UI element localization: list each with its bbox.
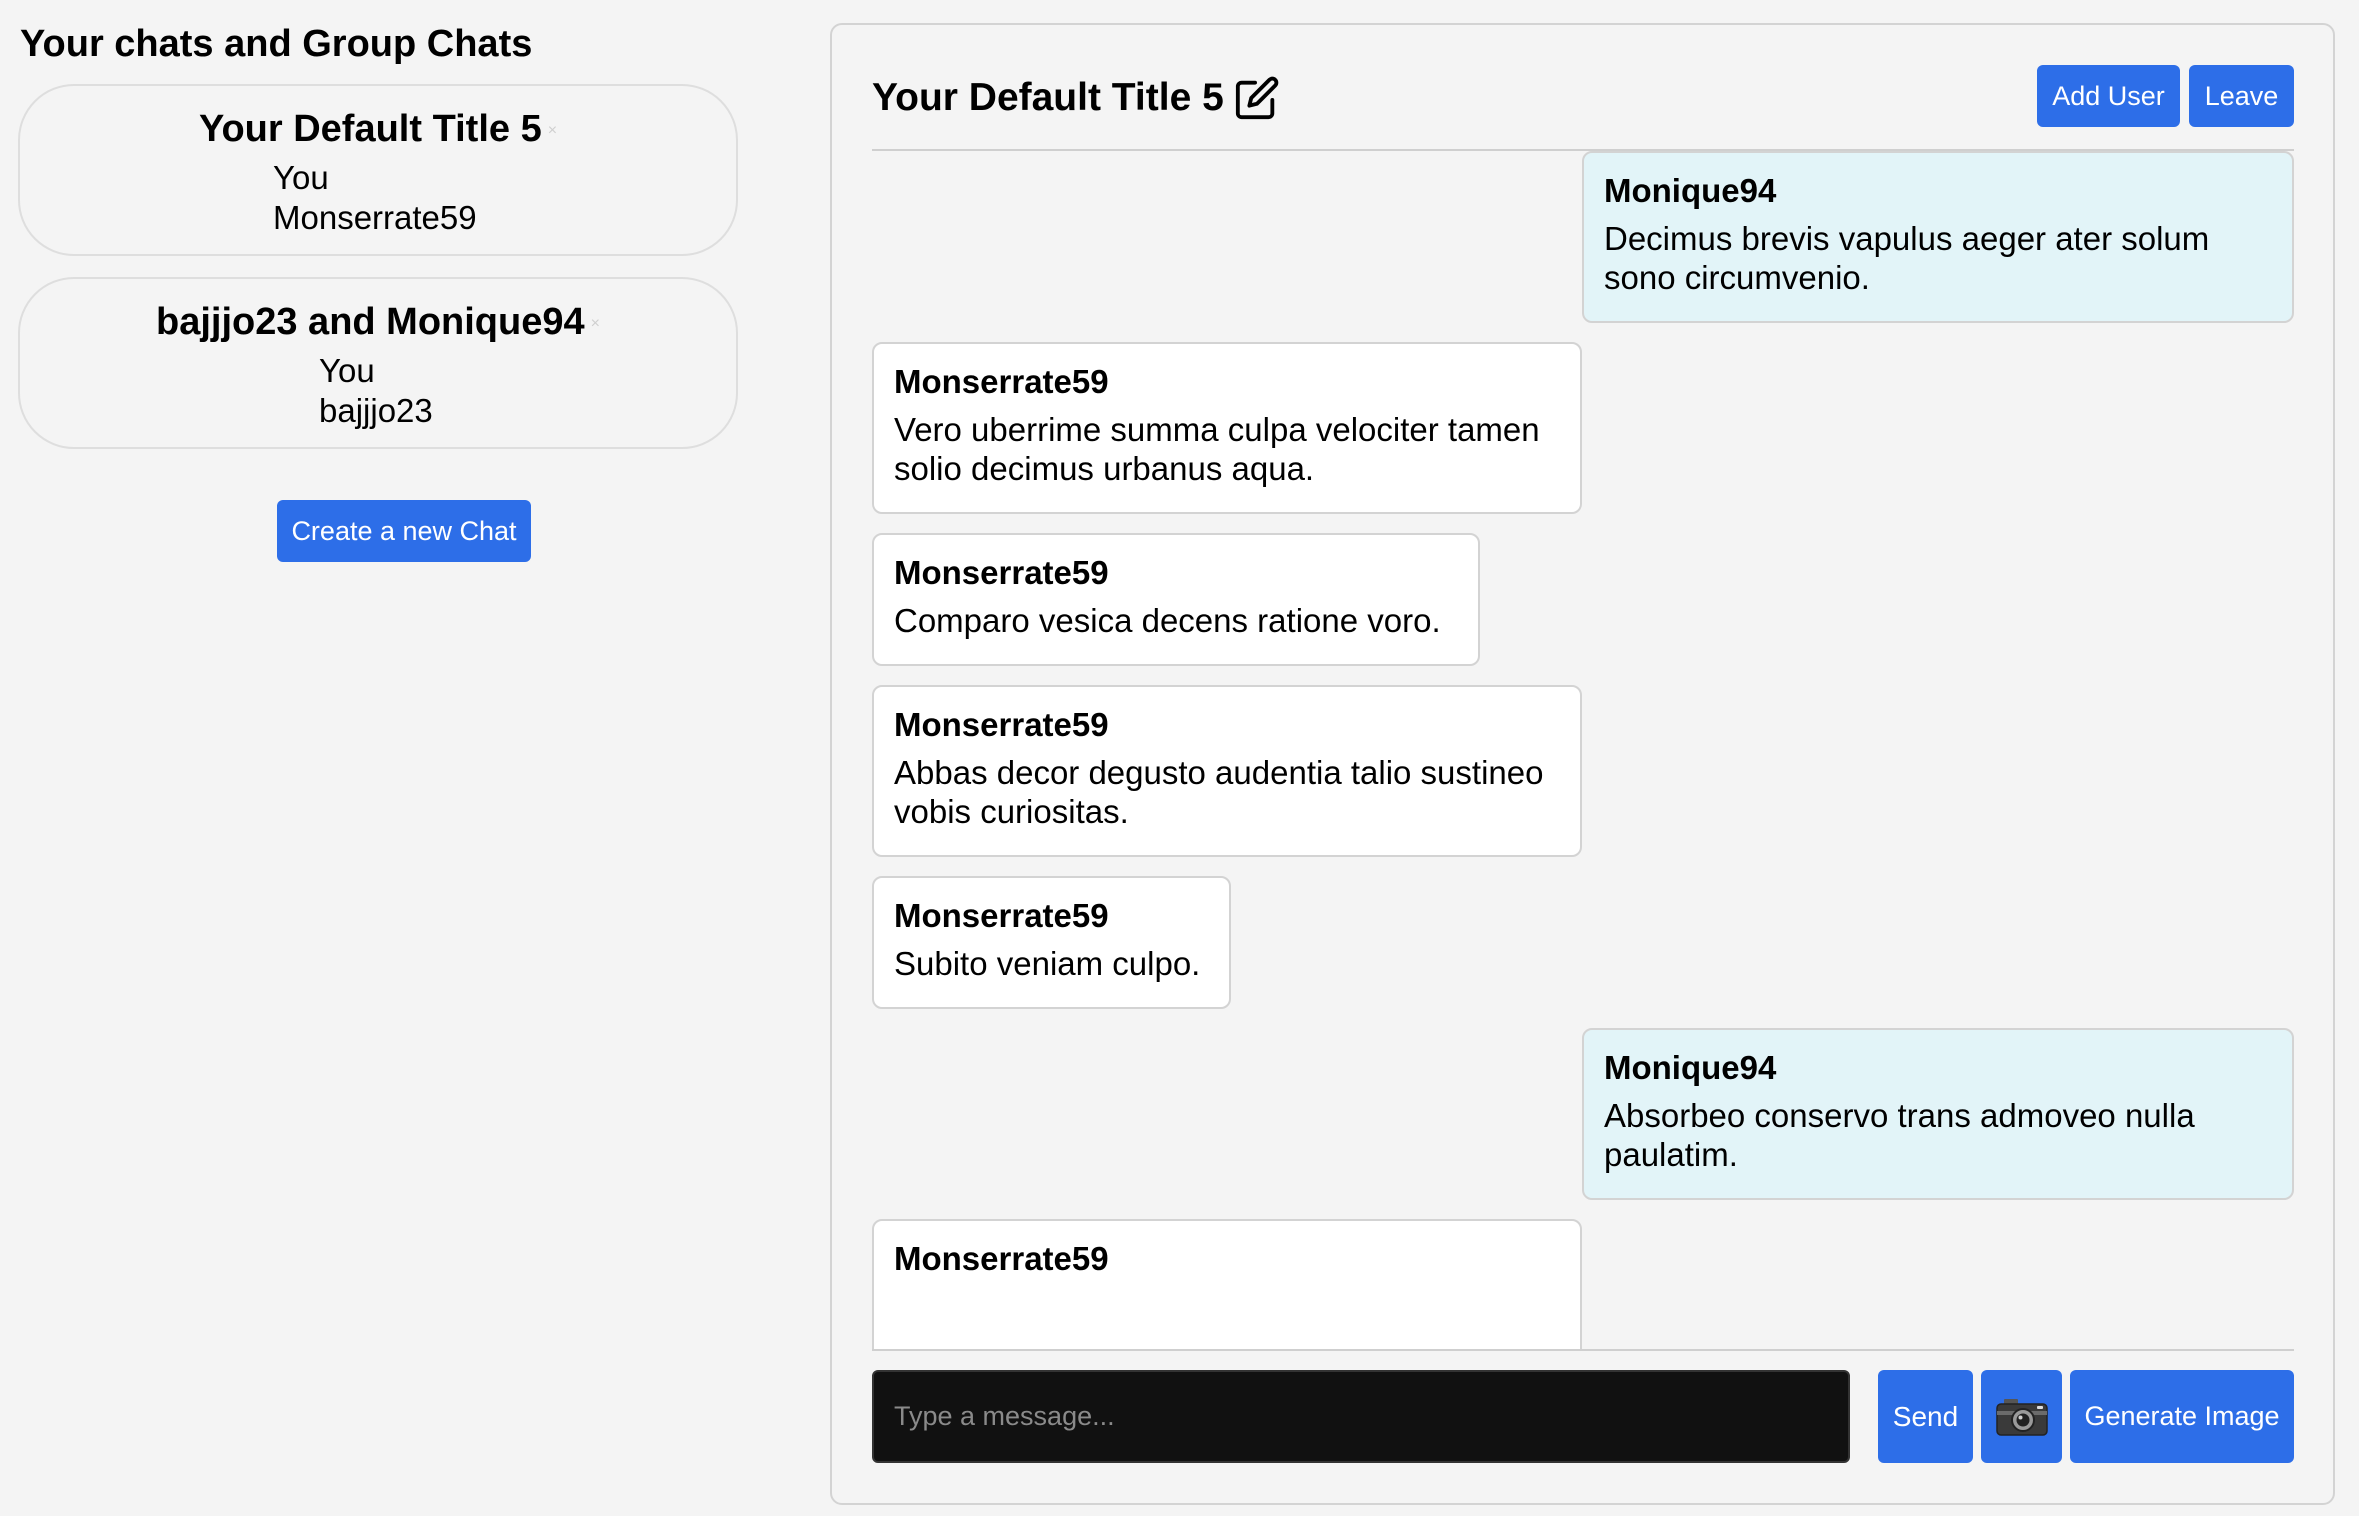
chat-card-title-text: bajjjo23 and Monique94 bbox=[156, 301, 585, 343]
message-list[interactable]: Monique94 Decimus brevis vapulus aeger a… bbox=[872, 151, 2294, 1349]
message-text: Comparo vesica decens ratione voro. bbox=[894, 602, 1441, 639]
message-text: Absorbeo conservo trans admoveo nulla pa… bbox=[1604, 1097, 2195, 1173]
chat-card-default-title-5[interactable]: Your Default Title 5 × You Monserrate59 bbox=[18, 84, 738, 256]
composer-divider bbox=[872, 1349, 2294, 1351]
message-sender: Monique94 bbox=[1604, 172, 1777, 209]
message-bubble: Monserrate59 Comparo vesica decens ratio… bbox=[872, 533, 1480, 666]
close-chat-icon[interactable]: × bbox=[591, 315, 600, 332]
sidebar-title: Your chats and Group Chats bbox=[20, 23, 533, 65]
send-button[interactable]: Send bbox=[1878, 1370, 1973, 1463]
chat-card-members: You bajjjo23 bbox=[319, 351, 433, 431]
message-bubble: Monserrate59 Abbas decor degusto audenti… bbox=[872, 685, 1582, 857]
chat-card-title: Your Default Title 5 × bbox=[20, 108, 736, 151]
chat-header: Your Default Title 5 bbox=[872, 75, 1280, 121]
message-input[interactable] bbox=[872, 1370, 1850, 1463]
member-name: Monserrate59 bbox=[273, 199, 477, 236]
chat-title: Your Default Title 5 bbox=[872, 76, 1224, 119]
message-sender: Monserrate59 bbox=[894, 554, 1109, 591]
chat-card-bajjjo23-monique94[interactable]: bajjjo23 and Monique94 × You bajjjo23 bbox=[18, 277, 738, 449]
add-user-button[interactable]: Add User bbox=[2037, 65, 2180, 127]
message-bubble: Monique94 Decimus brevis vapulus aeger a… bbox=[1582, 151, 2294, 323]
create-chat-button[interactable]: Create a new Chat bbox=[277, 500, 531, 562]
message-sender: Monserrate59 bbox=[894, 706, 1109, 743]
message-text: Abbas decor degusto audentia talio susti… bbox=[894, 754, 1544, 830]
message-sender: Monique94 bbox=[1604, 1049, 1777, 1086]
message-sender: Monserrate59 bbox=[894, 363, 1109, 400]
close-chat-icon[interactable]: × bbox=[548, 122, 557, 139]
message-sender: Monserrate59 bbox=[894, 897, 1109, 934]
generate-image-button[interactable]: Generate Image bbox=[2070, 1370, 2294, 1463]
edit-title-icon[interactable] bbox=[1234, 75, 1280, 121]
member-name: You bbox=[273, 159, 329, 196]
chat-panel: Your Default Title 5 Add User Leave Moni… bbox=[830, 23, 2335, 1505]
chat-card-title-text: Your Default Title 5 bbox=[198, 108, 542, 150]
chat-card-members: You Monserrate59 bbox=[273, 158, 477, 238]
leave-button[interactable]: Leave bbox=[2189, 65, 2294, 127]
message-text: Subito veniam culpo. bbox=[894, 945, 1201, 982]
message-bubble: Monserrate59 bbox=[872, 1219, 1582, 1349]
chat-card-title: bajjjo23 and Monique94 × bbox=[20, 301, 736, 344]
member-name: You bbox=[319, 352, 375, 389]
message-text: Decimus brevis vapulus aeger ater solum … bbox=[1604, 220, 2210, 296]
message-sender: Monserrate59 bbox=[894, 1240, 1109, 1277]
camera-icon bbox=[1995, 1398, 2048, 1436]
message-text: Vero uberrime summa culpa velociter tame… bbox=[894, 411, 1540, 487]
message-bubble: Monserrate59 Subito veniam culpo. bbox=[872, 876, 1231, 1009]
message-bubble: Monique94 Absorbeo conservo trans admove… bbox=[1582, 1028, 2294, 1200]
message-bubble: Monserrate59 Vero uberrime summa culpa v… bbox=[872, 342, 1582, 514]
camera-button[interactable] bbox=[1981, 1370, 2062, 1463]
member-name: bajjjo23 bbox=[319, 392, 433, 429]
